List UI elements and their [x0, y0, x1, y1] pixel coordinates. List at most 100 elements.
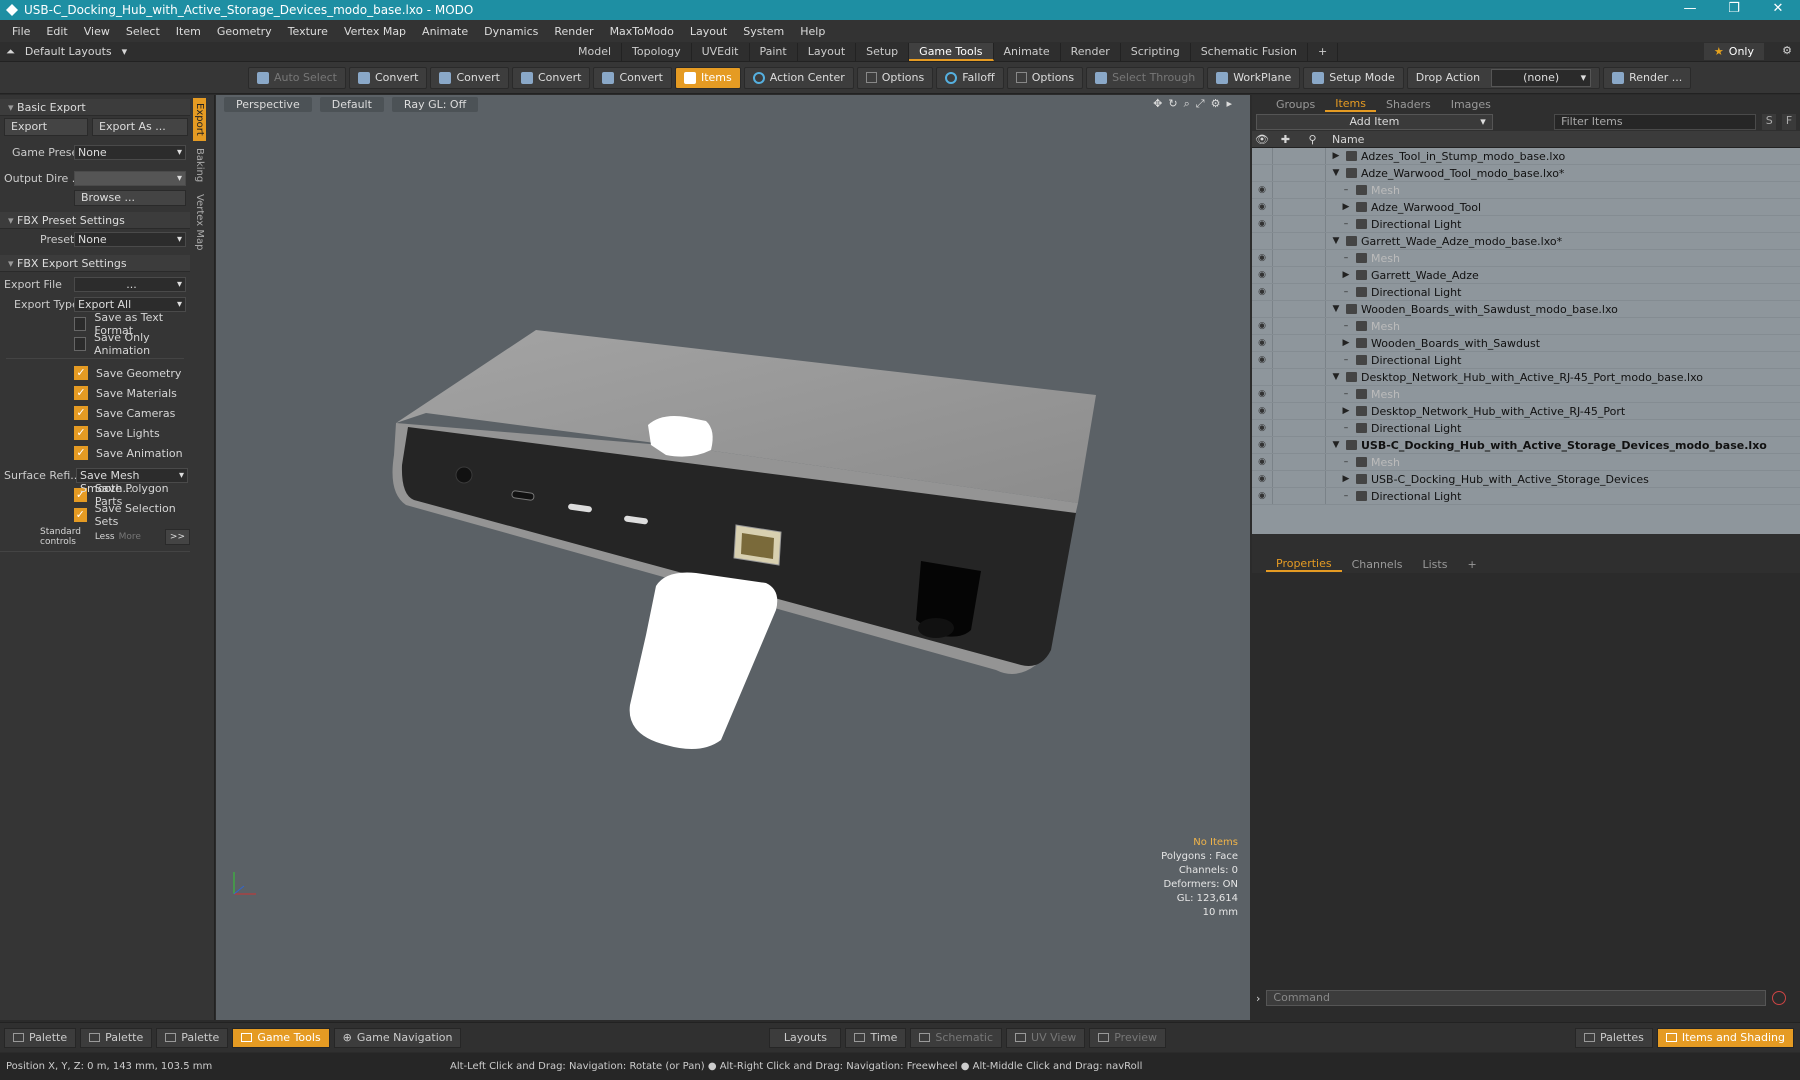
- visibility-eye-icon[interactable]: ◉: [1252, 219, 1272, 229]
- expand-arrow-icon[interactable]: ▼: [1330, 440, 1342, 450]
- add-item-dropdown[interactable]: Add Item: [1256, 114, 1493, 130]
- tree-row[interactable]: ◉ – Directional Light: [1252, 488, 1800, 505]
- expand-arrow-icon[interactable]: ▶: [1340, 474, 1352, 484]
- expand-arrow-icon[interactable]: –: [1340, 457, 1352, 467]
- fbx-export-header[interactable]: FBX Export Settings: [0, 255, 190, 272]
- expand-button[interactable]: >>: [164, 529, 190, 545]
- command-input[interactable]: Command: [1266, 990, 1767, 1006]
- menu-dynamics[interactable]: Dynamics: [476, 25, 546, 38]
- tab-export[interactable]: Export: [193, 98, 206, 141]
- search-s-button[interactable]: S: [1762, 114, 1777, 130]
- expand-arrow-icon[interactable]: ▶: [1340, 406, 1352, 416]
- default-layouts-dropdown[interactable]: Default Layouts: [25, 45, 112, 59]
- expand-arrow-icon[interactable]: –: [1340, 355, 1352, 365]
- convert-edges-button[interactable]: Convert: [430, 66, 509, 89]
- tab-topology[interactable]: Topology: [622, 43, 692, 61]
- menu-texture[interactable]: Texture: [280, 25, 336, 38]
- lock-column-icon[interactable]: ✚: [1272, 133, 1299, 146]
- expand-arrow-icon[interactable]: –: [1340, 491, 1352, 501]
- tab-render[interactable]: Render: [1061, 43, 1121, 61]
- visibility-eye-icon[interactable]: ◉: [1252, 389, 1272, 399]
- setup-mode-button[interactable]: Setup Mode: [1303, 66, 1404, 89]
- expand-arrow-icon[interactable]: –: [1340, 253, 1352, 263]
- visibility-eye-icon[interactable]: ◉: [1252, 355, 1272, 365]
- game-preset-select[interactable]: None: [74, 144, 186, 160]
- tab-groups[interactable]: Groups: [1266, 98, 1325, 111]
- menu-item[interactable]: Item: [168, 25, 209, 38]
- tab-lists[interactable]: Lists: [1413, 558, 1458, 571]
- export-as-button[interactable]: Export As ...: [92, 118, 188, 136]
- save-only-animation-checkbox[interactable]: Save Only Animation: [0, 331, 190, 357]
- drop-action-dropdown[interactable]: (none): [1491, 68, 1592, 87]
- tab-model[interactable]: Model: [568, 43, 623, 61]
- tree-row[interactable]: ▼ Wooden_Boards_with_Sawdust_modo_base.lx…: [1252, 301, 1800, 318]
- save-lights-checkbox[interactable]: ✓ Save Lights: [0, 423, 190, 443]
- tree-row[interactable]: ◉ ▶ Wooden_Boards_with_Sawdust: [1252, 335, 1800, 352]
- select-through-button[interactable]: Select Through: [1086, 66, 1205, 89]
- game-navigation-button[interactable]: ⊕ Game Navigation: [333, 1027, 462, 1048]
- expand-arrow-icon[interactable]: –: [1340, 185, 1352, 195]
- tree-row[interactable]: ◉ ▶ Garrett_Wade_Adze: [1252, 267, 1800, 284]
- render-column-icon[interactable]: ⚲: [1299, 133, 1326, 146]
- tab-shaders[interactable]: Shaders: [1376, 98, 1441, 111]
- tab-uvedit[interactable]: UVEdit: [692, 43, 750, 61]
- convert-vertices-button[interactable]: Convert: [348, 66, 428, 89]
- tree-row[interactable]: ◉ ▼ USB-C_Docking_Hub_with_Active_Storage_…: [1252, 437, 1800, 454]
- falloff-button[interactable]: Falloff: [936, 66, 1004, 89]
- falloff-options-button[interactable]: Options: [1006, 66, 1084, 89]
- action-center-button[interactable]: Action Center: [743, 66, 854, 89]
- menu-maxtomodo[interactable]: MaxToModo: [602, 25, 682, 38]
- save-cameras-checkbox[interactable]: ✓ Save Cameras: [0, 403, 190, 423]
- render-button[interactable]: Render ...: [1603, 66, 1692, 89]
- convert-polygons-button[interactable]: Convert: [511, 66, 591, 89]
- tab-vertex-map[interactable]: Vertex Map: [193, 189, 206, 255]
- menu-edit[interactable]: Edit: [38, 25, 75, 38]
- tab-properties[interactable]: Properties: [1266, 557, 1342, 572]
- tree-row[interactable]: ◉ ▶ USB-C_Docking_Hub_with_Active_Storage_…: [1252, 471, 1800, 488]
- visibility-eye-icon[interactable]: ◉: [1252, 270, 1272, 280]
- palette-button-2[interactable]: Palette: [80, 1027, 153, 1048]
- expand-arrow-icon[interactable]: ▼: [1330, 304, 1342, 314]
- save-geometry-checkbox[interactable]: ✓ Save Geometry: [0, 363, 190, 383]
- expand-arrow-icon[interactable]: –: [1340, 321, 1352, 331]
- menu-layout[interactable]: Layout: [682, 25, 735, 38]
- time-button[interactable]: Time: [845, 1027, 907, 1048]
- tab-game-tools[interactable]: Game Tools: [909, 43, 994, 61]
- record-icon[interactable]: [1772, 991, 1787, 1005]
- export-button[interactable]: Export: [4, 118, 88, 136]
- tree-row[interactable]: ◉ – Directional Light: [1252, 420, 1800, 437]
- chevron-down-icon[interactable]: ▾: [122, 45, 128, 59]
- visibility-column-icon[interactable]: 👁: [1252, 133, 1272, 146]
- tree-row[interactable]: ◉ – Mesh: [1252, 386, 1800, 403]
- auto-select-button[interactable]: Auto Select: [248, 66, 346, 89]
- basic-export-header[interactable]: Basic Export: [0, 99, 190, 116]
- tab-baking[interactable]: Baking: [193, 143, 206, 187]
- menu-view[interactable]: View: [76, 25, 118, 38]
- palette-button-3[interactable]: Palette: [156, 1027, 229, 1048]
- game-tools-button[interactable]: Game Tools: [232, 1027, 330, 1048]
- expand-arrow-icon[interactable]: –: [1340, 423, 1352, 433]
- visibility-eye-icon[interactable]: ◉: [1252, 406, 1272, 416]
- tab-setup[interactable]: Setup: [856, 43, 910, 61]
- workplane-button[interactable]: WorkPlane: [1207, 66, 1301, 89]
- menu-render[interactable]: Render: [546, 25, 601, 38]
- save-animation-checkbox[interactable]: ✓ Save Animation: [0, 443, 190, 463]
- menu-animate[interactable]: Animate: [414, 25, 476, 38]
- palette-button-1[interactable]: Palette: [4, 1027, 77, 1048]
- expand-arrow-icon[interactable]: ▶: [1340, 202, 1352, 212]
- visibility-eye-icon[interactable]: ◉: [1252, 287, 1272, 297]
- expand-arrow-icon[interactable]: –: [1340, 287, 1352, 297]
- tab-images[interactable]: Images: [1441, 98, 1501, 111]
- maximize-icon[interactable]: ❐: [1712, 0, 1756, 20]
- fbx-preset-header[interactable]: FBX Preset Settings: [0, 212, 190, 229]
- close-icon[interactable]: ✕: [1756, 0, 1800, 20]
- tree-row[interactable]: ▼ Desktop_Network_Hub_with_Active_RJ-45_P…: [1252, 369, 1800, 386]
- visibility-eye-icon[interactable]: ◉: [1252, 202, 1272, 212]
- uv-view-button[interactable]: UV View: [1006, 1027, 1086, 1048]
- tree-row[interactable]: ▼ Garrett_Wade_Adze_modo_base.lxo*: [1252, 233, 1800, 250]
- tab-channels[interactable]: Channels: [1342, 558, 1413, 571]
- tree-row[interactable]: ▶ Adzes_Tool_in_Stump_modo_base.lxo: [1252, 148, 1800, 165]
- less-link[interactable]: Less: [95, 532, 115, 542]
- surface-refinement-select[interactable]: Save Mesh Smooth...: [76, 467, 188, 495]
- tab-items[interactable]: Items: [1325, 97, 1377, 112]
